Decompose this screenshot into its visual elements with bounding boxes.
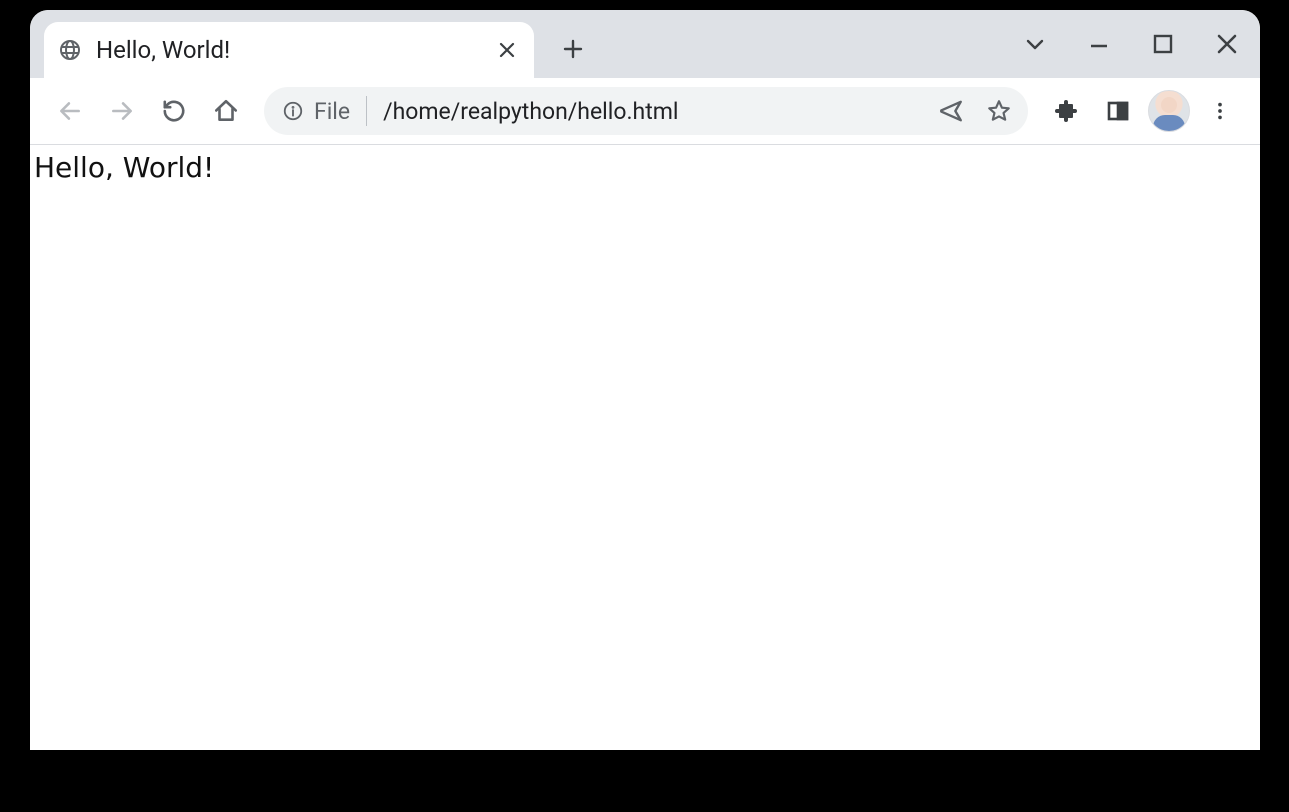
separator	[366, 96, 367, 126]
menu-button[interactable]	[1198, 89, 1242, 133]
globe-icon	[58, 38, 82, 62]
site-info-icon[interactable]	[282, 100, 304, 122]
tab-search-button[interactable]	[1020, 29, 1050, 59]
close-tab-button[interactable]	[494, 37, 520, 63]
new-tab-button[interactable]	[552, 28, 594, 70]
home-button[interactable]	[204, 89, 248, 133]
tab-strip: Hello, World!	[30, 10, 1260, 78]
browser-window: Hello, World!	[30, 10, 1260, 750]
window-minimize-button[interactable]	[1084, 29, 1114, 59]
window-close-button[interactable]	[1212, 29, 1242, 59]
window-controls	[1020, 10, 1242, 78]
window-maximize-button[interactable]	[1148, 29, 1178, 59]
page-viewport: Hello, World!	[30, 145, 1260, 750]
profile-avatar[interactable]	[1148, 90, 1190, 132]
side-panel-button[interactable]	[1096, 89, 1140, 133]
url-path: /home/realpython/hello.html	[383, 98, 922, 125]
browser-tab-active[interactable]: Hello, World!	[44, 22, 534, 78]
address-bar[interactable]: File /home/realpython/hello.html	[264, 87, 1028, 135]
back-button[interactable]	[48, 89, 92, 133]
page-body-text: Hello, World!	[34, 151, 214, 184]
share-button[interactable]	[932, 98, 970, 124]
forward-button[interactable]	[100, 89, 144, 133]
bookmark-button[interactable]	[980, 98, 1018, 124]
extensions-button[interactable]	[1044, 89, 1088, 133]
tab-title: Hello, World!	[96, 36, 494, 64]
toolbar: File /home/realpython/hello.html	[30, 78, 1260, 145]
url-scheme-label: File	[314, 98, 350, 125]
reload-button[interactable]	[152, 89, 196, 133]
